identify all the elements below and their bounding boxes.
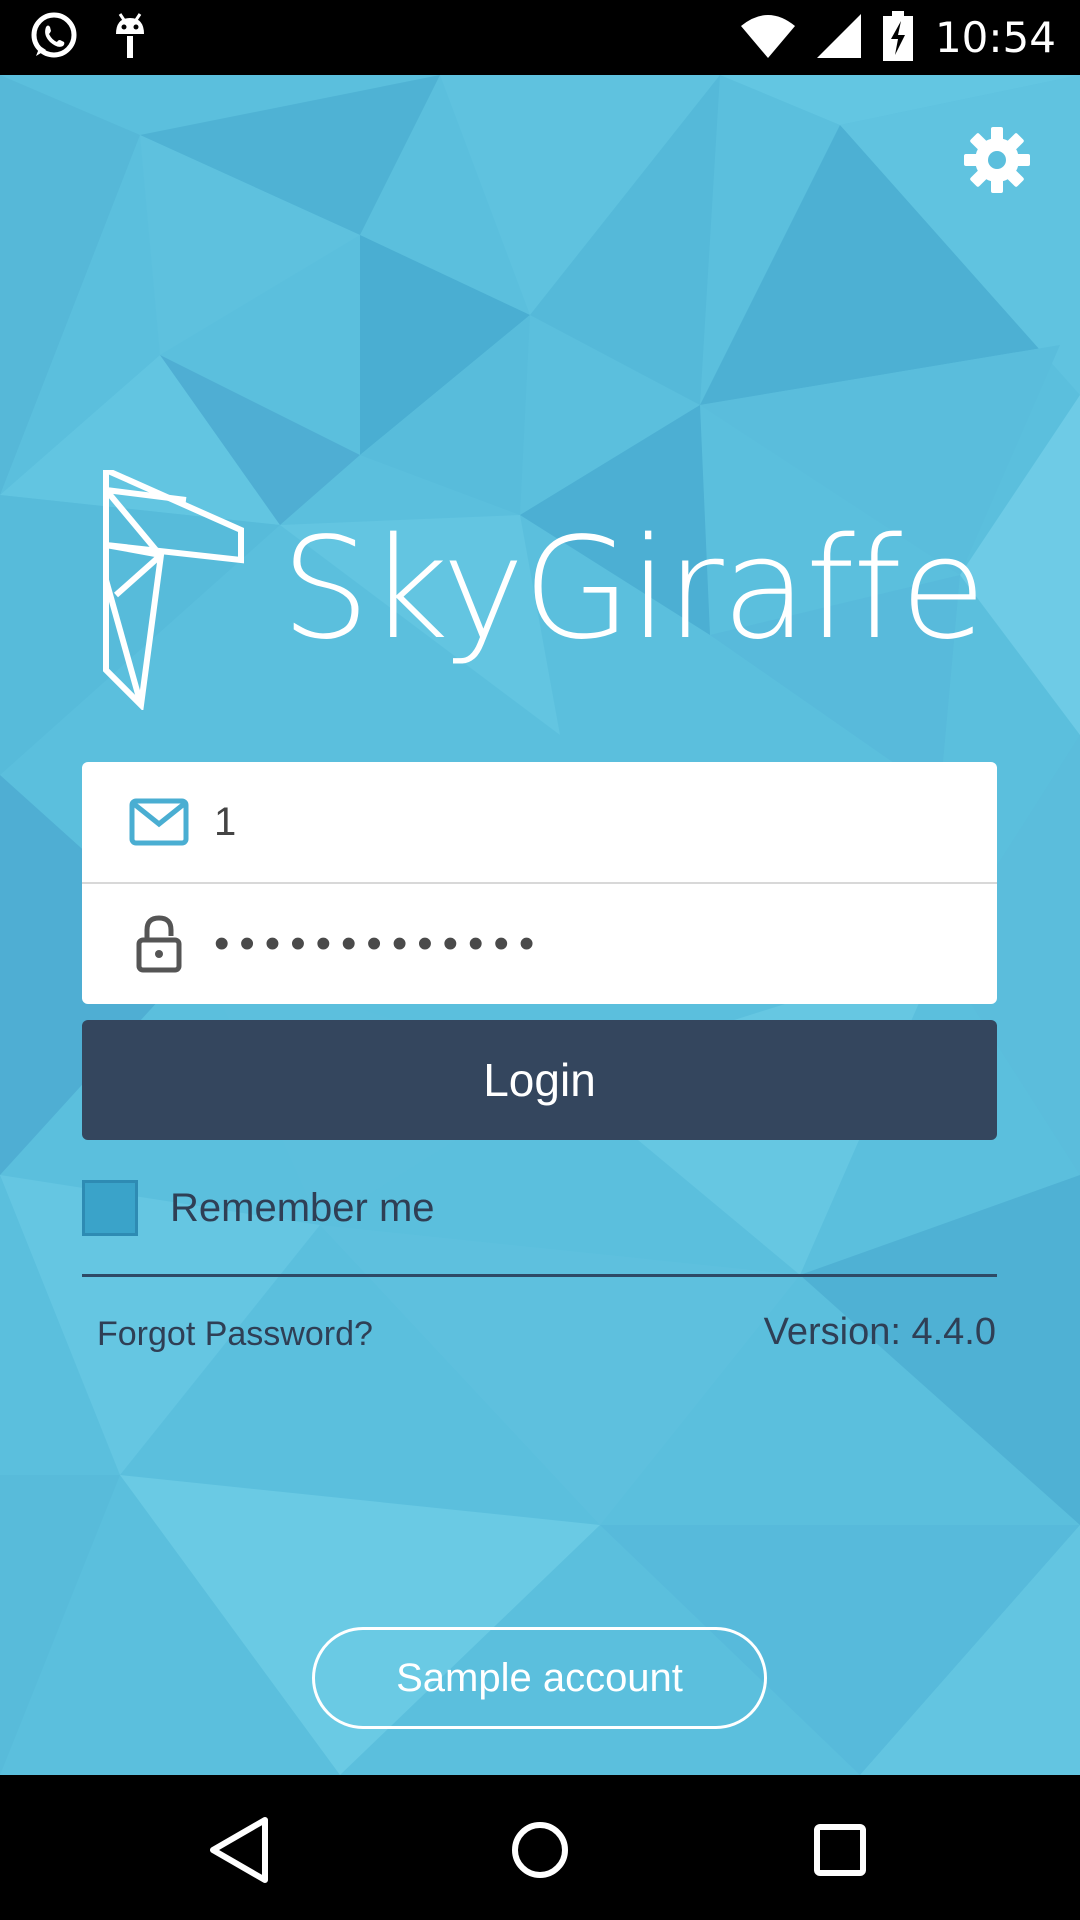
back-button[interactable] xyxy=(195,1805,285,1895)
settings-button[interactable] xyxy=(962,125,1032,195)
logo-wordmark: SkyGiraffe xyxy=(281,508,986,671)
recents-button[interactable] xyxy=(795,1805,885,1895)
status-time: 10:54 xyxy=(934,13,1056,62)
giraffe-logo-icon xyxy=(103,470,244,710)
password-field[interactable]: ••••••••••••• xyxy=(214,904,914,984)
gear-icon xyxy=(964,127,1030,193)
back-icon xyxy=(210,1817,268,1883)
version-label: Version: 4.4.0 xyxy=(763,1311,996,1353)
android-debug-icon xyxy=(110,10,150,67)
battery-charging-icon xyxy=(882,10,913,66)
lock-icon xyxy=(104,884,214,1004)
wifi-icon xyxy=(740,14,795,63)
whatsapp-icon xyxy=(28,10,80,67)
login-form: ••••••••••••• xyxy=(82,762,997,1004)
divider xyxy=(82,1274,997,1277)
login-button[interactable]: Login xyxy=(82,1020,997,1140)
signal-icon xyxy=(816,13,861,63)
status-bar: 10:54 xyxy=(0,0,1080,75)
email-row xyxy=(82,762,997,884)
remember-me-checkbox[interactable] xyxy=(82,1180,138,1236)
home-icon xyxy=(512,1822,568,1878)
navigation-bar xyxy=(0,1775,1080,1920)
app-logo: SkyGiraffe xyxy=(96,470,996,710)
remember-me-label[interactable]: Remember me xyxy=(170,1186,435,1231)
envelope-icon xyxy=(104,762,214,882)
recents-icon xyxy=(814,1824,866,1876)
home-button[interactable] xyxy=(495,1805,585,1895)
login-screen: SkyGiraffe ••••••••••••• Logi xyxy=(0,75,1080,1775)
sample-account-button[interactable]: Sample account xyxy=(312,1627,767,1729)
email-field[interactable] xyxy=(214,782,914,862)
password-row: ••••••••••••• xyxy=(82,884,997,1004)
forgot-password-link[interactable]: Forgot Password? xyxy=(97,1315,373,1354)
remember-me-row: Remember me xyxy=(82,1178,435,1238)
